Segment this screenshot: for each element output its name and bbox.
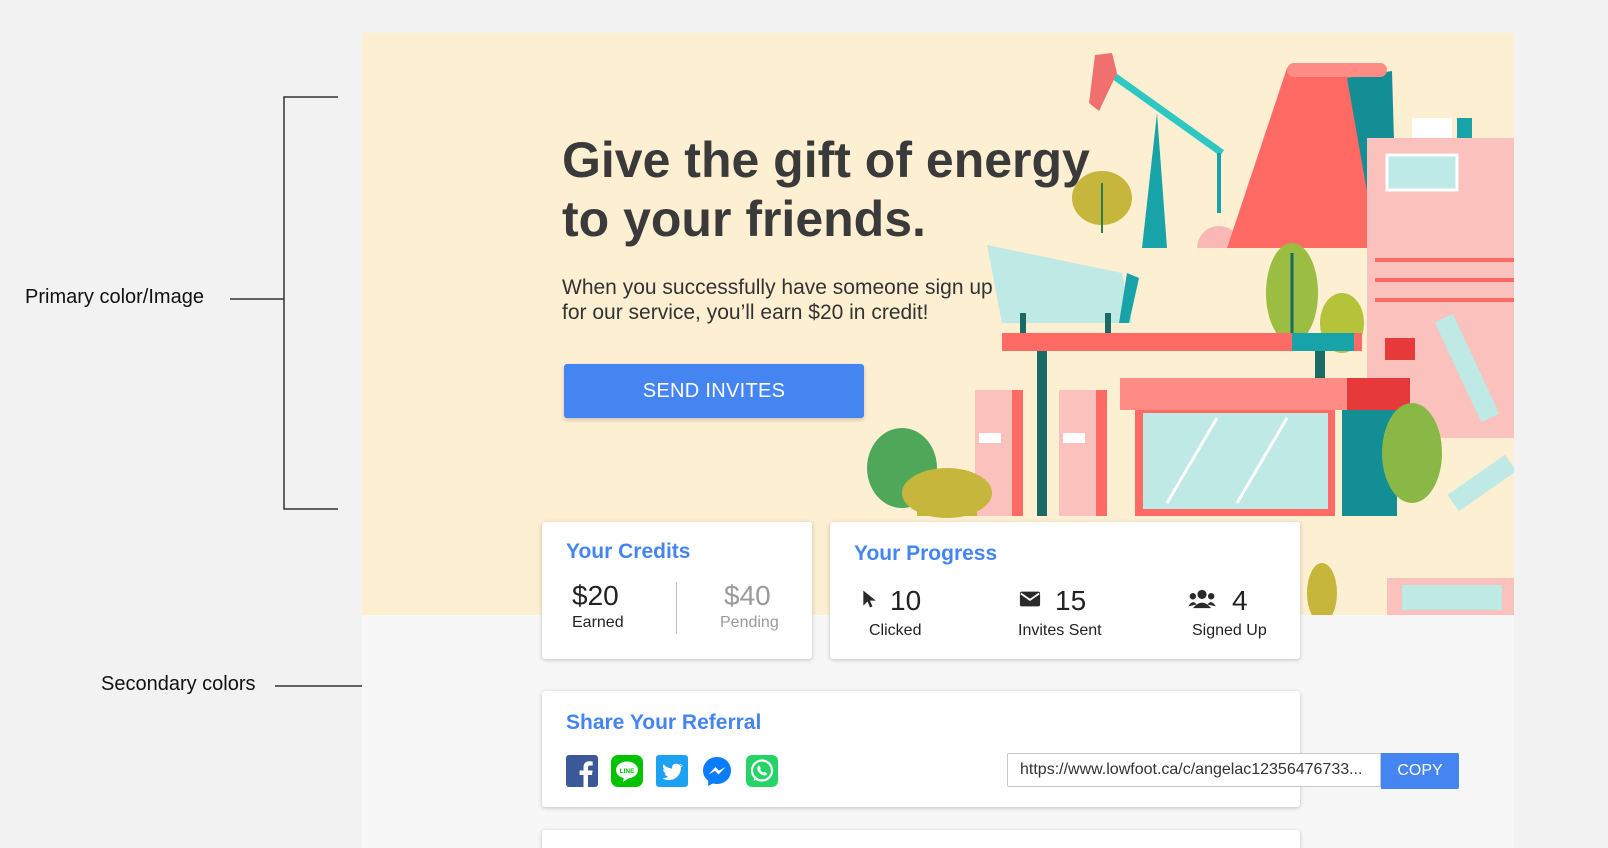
next-card xyxy=(542,830,1300,848)
pending-value: $40 xyxy=(724,580,771,611)
credits-card: Your Credits $20 Earned $40 Pending xyxy=(542,522,812,659)
twitter-icon[interactable] xyxy=(656,755,688,787)
referral-page: Give the gift of energy to your friends.… xyxy=(362,33,1514,848)
progress-card: Your Progress 10 Clicked 15 Invites Sent… xyxy=(830,522,1300,659)
envelope-icon xyxy=(1019,591,1041,607)
invites-sent-label: Invites Sent xyxy=(1018,622,1102,639)
invites-sent-value: 15 xyxy=(1055,585,1087,616)
svg-text:LINE: LINE xyxy=(620,768,635,775)
clicked-value: 10 xyxy=(890,585,922,616)
share-title: Share Your Referral xyxy=(566,711,762,734)
earned-value: $20 xyxy=(572,580,619,611)
cursor-icon xyxy=(863,590,876,608)
annotation-secondary-label: Secondary colors xyxy=(101,673,256,695)
clicked-label: Clicked xyxy=(869,622,922,639)
messenger-icon[interactable] xyxy=(701,755,733,787)
signed-up-label: Signed Up xyxy=(1192,622,1267,639)
credits-title: Your Credits xyxy=(566,540,691,563)
referral-url-field[interactable]: https://www.lowfoot.ca/c/angelac12356476… xyxy=(1007,753,1381,787)
progress-title: Your Progress xyxy=(854,542,998,565)
earned-label: Earned xyxy=(572,614,624,631)
share-referral-card: Share Your Referral LINE https://www.low… xyxy=(542,691,1459,807)
line-icon[interactable]: LINE xyxy=(611,755,643,787)
copy-button[interactable]: COPY xyxy=(1381,753,1459,789)
facebook-icon[interactable] xyxy=(566,755,598,787)
signed-up-value: 4 xyxy=(1232,585,1248,616)
whatsapp-icon[interactable] xyxy=(746,755,778,787)
annotation-primary-label: Primary color/Image xyxy=(25,286,204,308)
send-invites-button[interactable]: SEND INVITES xyxy=(564,364,864,418)
pending-label: Pending xyxy=(720,614,779,631)
users-icon xyxy=(1188,589,1216,609)
credits-divider xyxy=(676,582,677,634)
